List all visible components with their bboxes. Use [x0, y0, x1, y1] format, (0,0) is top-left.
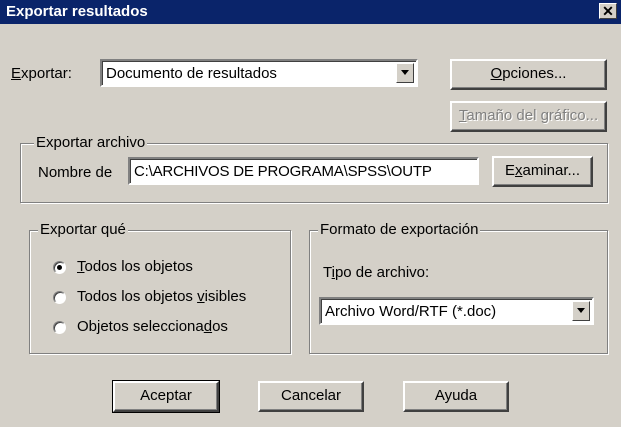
radio-visible-objects[interactable] [53, 291, 66, 304]
window-title: Exportar resultados [6, 3, 148, 20]
export-select[interactable]: Documento de resultados [100, 59, 418, 87]
close-button[interactable]: ✕ [599, 3, 617, 19]
chevron-down-icon[interactable] [572, 301, 590, 321]
export-format-group-title: Formato de exportación [318, 221, 481, 238]
radio-all-objects-label[interactable]: Todos los objetos [77, 258, 193, 275]
help-button[interactable]: Ayuda [403, 381, 509, 412]
file-name-label: Nombre de [38, 164, 113, 181]
file-path-value: C:\ARCHIVOS DE PROGRAMA\SPSS\OUTP [134, 163, 432, 180]
radio-all-objects[interactable] [53, 261, 66, 274]
radio-visible-objects-label[interactable]: Todos los objetos visibles [77, 288, 246, 305]
export-select-value: Documento de resultados [106, 65, 277, 82]
export-format-group [309, 230, 608, 354]
radio-selected-objects-label[interactable]: Objetos seleccionados [77, 318, 228, 335]
ok-button[interactable]: Aceptar [112, 380, 220, 413]
radio-selected-objects[interactable] [53, 321, 66, 334]
chart-size-button[interactable]: Tamaño del gráfico... [450, 101, 607, 132]
export-file-group-title: Exportar archivo [34, 134, 148, 151]
file-type-label: Tipo de archivo: [323, 264, 430, 281]
browse-button[interactable]: Examinar... [492, 156, 593, 187]
chevron-down-icon[interactable] [396, 63, 414, 83]
close-icon: ✕ [602, 3, 614, 19]
file-type-select-value: Archivo Word/RTF (*.doc) [325, 303, 497, 320]
file-path-input[interactable]: C:\ARCHIVOS DE PROGRAMA\SPSS\OUTP [128, 157, 479, 185]
title-bar: Exportar resultados ✕ [0, 0, 621, 24]
options-button[interactable]: Opciones... [450, 59, 607, 90]
file-type-select[interactable]: Archivo Word/RTF (*.doc) [319, 297, 594, 325]
cancel-button[interactable]: Cancelar [258, 381, 364, 412]
export-label: Exportar: [11, 65, 72, 82]
export-what-group-title: Exportar qué [38, 221, 128, 238]
